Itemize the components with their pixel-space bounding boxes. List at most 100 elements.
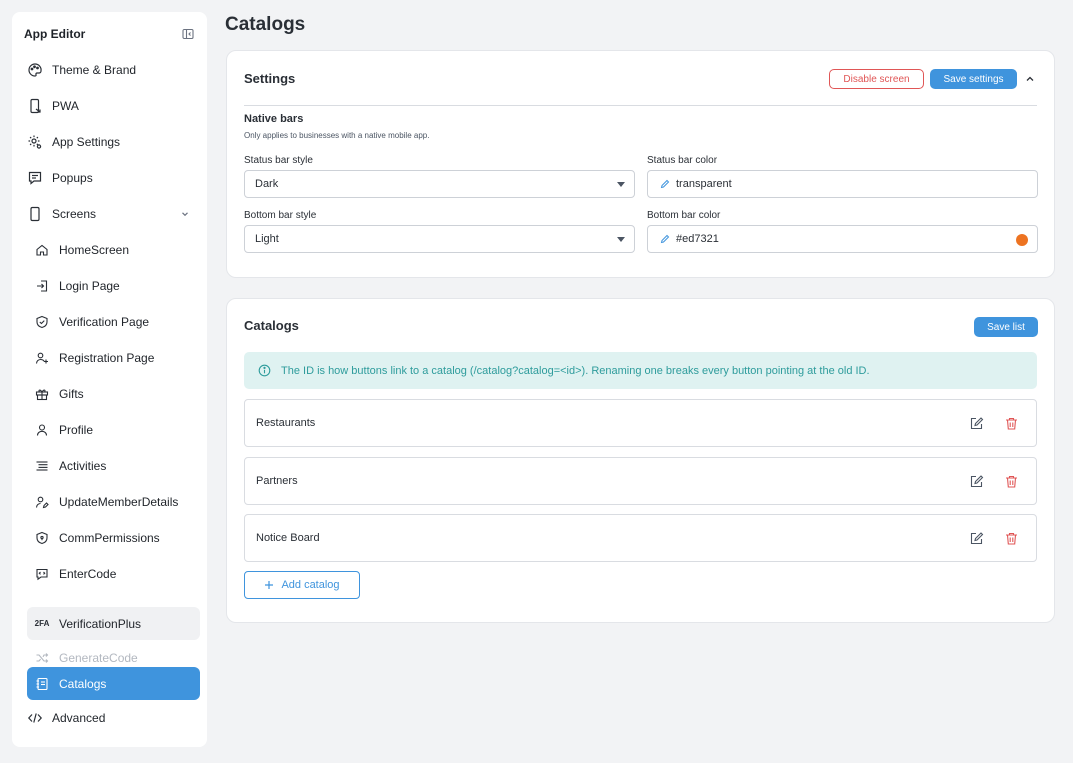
sidebar-item-advanced[interactable]: Advanced: [27, 702, 200, 734]
sidebar-item-label: Verification Page: [59, 315, 150, 329]
catalog-name: Restaurants: [256, 417, 316, 429]
chevron-up-icon[interactable]: [1024, 73, 1036, 85]
gift-icon: [35, 387, 49, 401]
sidebar-item-label: VerificationPlus: [59, 616, 142, 631]
palette-icon: [27, 62, 43, 78]
pen-icon: [660, 179, 670, 189]
sidebar-item-enter-code[interactable]: EnterCode: [27, 558, 200, 590]
sidebar-item-label: HomeScreen: [59, 243, 130, 257]
sidebar-item-pwa[interactable]: PWA: [27, 90, 200, 122]
catalog-row: Restaurants: [244, 399, 1037, 447]
status-bar-style-label: Status bar style: [244, 155, 313, 166]
delete-icon[interactable]: [1004, 474, 1019, 489]
phone-arrow-icon: [27, 98, 43, 114]
caret-down-icon: [617, 182, 625, 187]
sidebar-item-profile[interactable]: Profile: [27, 414, 200, 446]
sidebar-item-login-page[interactable]: Login Page: [27, 270, 200, 302]
catalogs-card: Catalogs Save list The ID is how buttons…: [226, 298, 1055, 623]
user-plus-icon: [35, 351, 49, 365]
catalog-row: Notice Board: [244, 514, 1037, 562]
color-swatch[interactable]: [1016, 234, 1028, 246]
sidebar-item-registration-page[interactable]: Registration Page: [27, 342, 200, 374]
sidebar-item-label: Advanced: [52, 711, 106, 725]
status-bar-color-input[interactable]: transparent: [647, 170, 1038, 198]
info-text: The ID is how buttons link to a catalog …: [281, 364, 870, 377]
status-bar-color-label: Status bar color: [647, 155, 718, 166]
sidebar-item-screens[interactable]: Screens: [27, 198, 200, 230]
bottom-bar-color-input[interactable]: #ed7321: [647, 225, 1038, 253]
page-title: Catalogs: [225, 14, 306, 35]
two-factor-icon: 2FA: [34, 619, 50, 628]
sidebar-header: App Editor: [24, 24, 195, 44]
sidebar-item-label: EnterCode: [59, 567, 117, 581]
plus-icon: [264, 580, 274, 590]
sidebar-item-label: Popups: [52, 171, 93, 185]
list-icon: [35, 459, 49, 473]
input-value: transparent: [676, 178, 732, 190]
sidebar-item-label: Login Page: [59, 279, 120, 293]
sidebar-item-label: Gifts: [59, 387, 84, 401]
select-value: Dark: [255, 178, 279, 190]
catalog-name: Notice Board: [256, 532, 320, 544]
home-icon: [35, 243, 49, 257]
gear-cog-icon: [27, 134, 43, 150]
catalogs-title: Catalogs: [244, 318, 299, 333]
settings-divider: [244, 105, 1037, 106]
code-icon: [27, 710, 43, 726]
sidebar-item-label: Theme & Brand: [52, 63, 137, 77]
sidebar-item-theme-brand[interactable]: Theme & Brand: [27, 54, 200, 86]
native-bars-description: Only applies to businesses with a native…: [244, 131, 430, 140]
bottom-bar-style-select[interactable]: Light: [244, 225, 635, 253]
sidebar-item-verification-page[interactable]: Verification Page: [27, 306, 200, 338]
select-value: Light: [255, 233, 279, 245]
edit-icon[interactable]: [969, 531, 984, 546]
native-bars-heading: Native bars: [244, 113, 304, 125]
sidebar-item-label: App Settings: [52, 135, 121, 149]
disable-screen-button[interactable]: Disable screen: [829, 69, 924, 89]
sidebar-item-app-settings[interactable]: App Settings: [27, 126, 200, 158]
add-catalog-label: Add catalog: [281, 579, 340, 591]
chevron-down-icon: [180, 209, 190, 219]
edit-icon[interactable]: [969, 474, 984, 489]
message-code-icon: [35, 567, 49, 581]
add-catalog-button[interactable]: Add catalog: [244, 571, 360, 599]
sidebar-item-activities[interactable]: Activities: [27, 450, 200, 482]
catalog-name: Partners: [256, 475, 298, 487]
sidebar-item-label: CommPermissions: [59, 531, 160, 545]
sidebar-item-homescreen[interactable]: HomeScreen: [27, 234, 200, 266]
sidebar-item-label: GenerateCode: [59, 651, 138, 665]
sidebar-item-catalogs[interactable]: Catalogs: [27, 667, 200, 700]
sidebar-item-label: Catalogs: [59, 676, 107, 691]
save-list-button[interactable]: Save list: [974, 317, 1038, 337]
sidebar-item-label: Screens: [52, 207, 97, 221]
caret-down-icon: [617, 237, 625, 242]
login-icon: [35, 279, 49, 293]
delete-icon[interactable]: [1004, 531, 1019, 546]
sidebar-item-label: PWA: [52, 99, 79, 113]
save-settings-button[interactable]: Save settings: [930, 69, 1017, 89]
shield-check-icon: [35, 315, 49, 329]
sidebar: App Editor Theme & Brand PWA App Setting…: [12, 12, 207, 747]
info-banner: The ID is how buttons link to a catalog …: [244, 352, 1037, 389]
notebook-icon: [35, 677, 49, 691]
chat-square-icon: [27, 170, 43, 186]
sidebar-item-label: Registration Page: [59, 351, 155, 365]
sidebar-item-label: UpdateMemberDetails: [59, 495, 179, 509]
bottom-bar-style-label: Bottom bar style: [244, 210, 317, 221]
sidebar-item-popups[interactable]: Popups: [27, 162, 200, 194]
collapse-sidebar-icon[interactable]: [181, 27, 195, 41]
shuffle-icon: [35, 651, 49, 665]
shield-lock-icon: [35, 531, 49, 545]
sidebar-item-verification-plus[interactable]: 2FA VerificationPlus: [27, 607, 200, 640]
sidebar-item-update-member-details[interactable]: UpdateMemberDetails: [27, 486, 200, 518]
sidebar-item-gifts[interactable]: Gifts: [27, 378, 200, 410]
sidebar-item-comm-permissions[interactable]: CommPermissions: [27, 522, 200, 554]
sidebar-title: App Editor: [24, 27, 86, 41]
status-bar-style-select[interactable]: Dark: [244, 170, 635, 198]
info-circle-icon: [258, 364, 271, 377]
delete-icon[interactable]: [1004, 416, 1019, 431]
edit-icon[interactable]: [969, 416, 984, 431]
smartphone-icon: [27, 206, 43, 222]
sidebar-item-label: Profile: [59, 423, 94, 437]
settings-card: Settings Disable screen Save settings Na…: [226, 50, 1055, 278]
